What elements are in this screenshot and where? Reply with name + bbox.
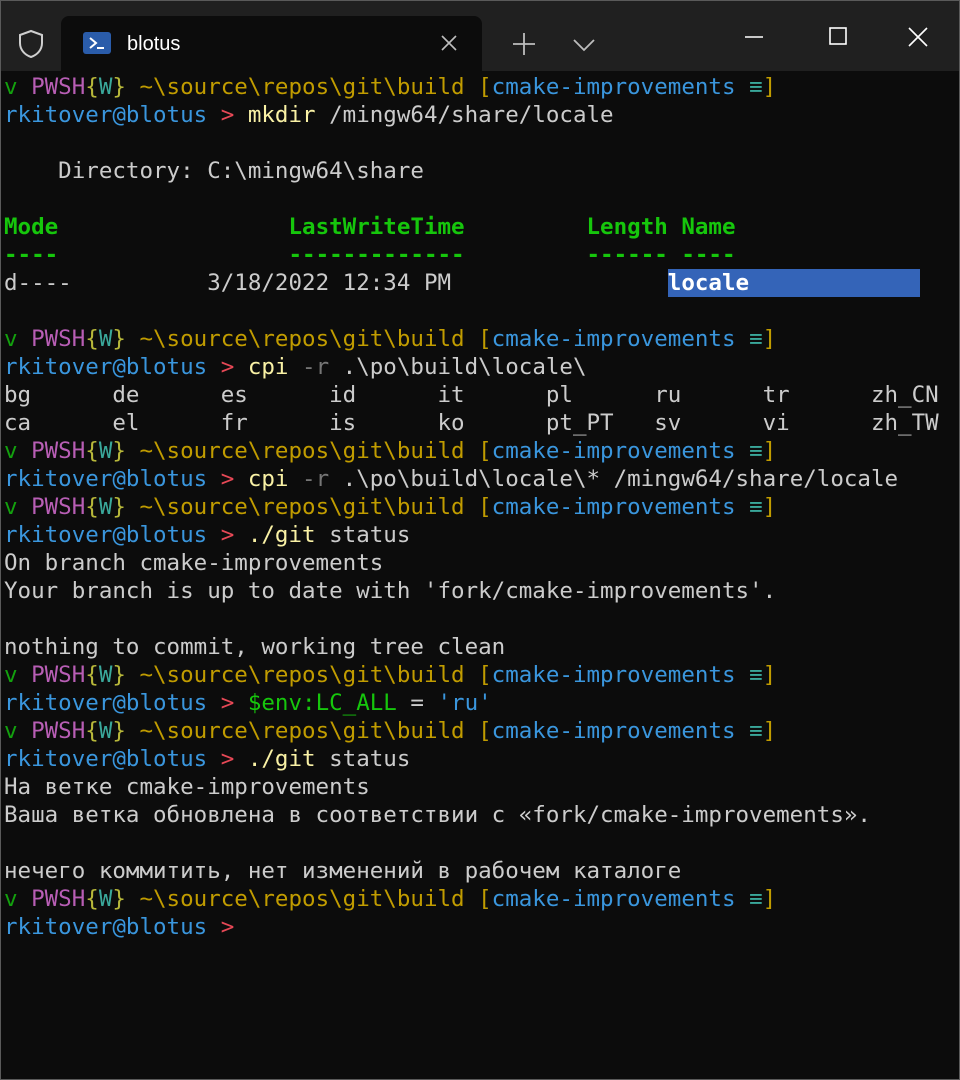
directory-label: Directory: C:\mingw64\share — [4, 158, 424, 184]
prompt-status-line: v PWSH{W} ~\source\repos\git\build [cmak… — [4, 494, 777, 520]
prompt-status-line: v PWSH{W} ~\source\repos\git\build [cmak… — [4, 74, 777, 100]
close-window-icon[interactable] — [895, 19, 941, 55]
terminal-window: blotus v PWSH{W} ~\source\repos\git\buil… — [0, 0, 960, 1080]
shield-icon — [19, 29, 43, 59]
prompt-status-line: v PWSH{W} ~\source\repos\git\build [cmak… — [4, 438, 777, 464]
prompt-status-line: v PWSH{W} ~\source\repos\git\build [cmak… — [4, 662, 777, 688]
new-tab-icon[interactable] — [511, 31, 537, 57]
output-line: Your branch is up to date with 'fork/cma… — [4, 578, 777, 604]
terminal-output[interactable]: v PWSH{W} ~\source\repos\git\build [cmak… — [4, 73, 956, 1073]
dropdown-icon[interactable] — [571, 35, 597, 55]
list-output: ca el fr is ko pt_PT sv vi zh_TW — [4, 410, 939, 436]
output-line: нечего коммитить, нет изменений в рабоче… — [4, 858, 682, 884]
close-tab-icon[interactable] — [437, 31, 461, 55]
command-line: rkitover@blotus > ./git status — [4, 522, 411, 548]
selected-name: locale — [667, 269, 920, 297]
minimize-icon[interactable] — [731, 19, 777, 55]
powershell-icon — [83, 32, 111, 54]
command-line: rkitover@blotus > mkdir /mingw64/share/l… — [4, 102, 614, 128]
title-bar[interactable]: blotus — [1, 1, 959, 71]
command-line: rkitover@blotus > ./git status — [4, 746, 411, 772]
table-row: d---- 3/18/2022 12:34 PM locale — [4, 269, 956, 297]
output-line: Ваша ветка обновлена в соответствии с «f… — [4, 802, 871, 828]
maximize-icon[interactable] — [815, 19, 861, 55]
command-line: rkitover@blotus > cpi -r .\po\build\loca… — [4, 354, 587, 380]
command-line: rkitover@blotus > cpi -r .\po\build\loca… — [4, 466, 899, 492]
prompt-status-line: v PWSH{W} ~\source\repos\git\build [cmak… — [4, 886, 777, 912]
output-line: nothing to commit, working tree clean — [4, 634, 506, 660]
table-header: Mode LastWriteTime Length Name — [4, 214, 736, 240]
list-output: bg de es id it pl ru tr zh_CN — [4, 382, 939, 408]
tab-blotus[interactable]: blotus — [61, 16, 482, 71]
tab-title: blotus — [127, 33, 181, 55]
output-line: On branch cmake-improvements — [4, 550, 384, 576]
command-line: rkitover@blotus > $env:LC_ALL = 'ru' — [4, 690, 492, 716]
prompt-status-line: v PWSH{W} ~\source\repos\git\build [cmak… — [4, 718, 777, 744]
current-prompt[interactable]: rkitover@blotus > — [4, 913, 956, 941]
prompt-status-line: v PWSH{W} ~\source\repos\git\build [cmak… — [4, 326, 777, 352]
table-underline: ---- ------------- ------ ---- — [4, 242, 736, 268]
output-line: На ветке cmake-improvements — [4, 774, 370, 800]
